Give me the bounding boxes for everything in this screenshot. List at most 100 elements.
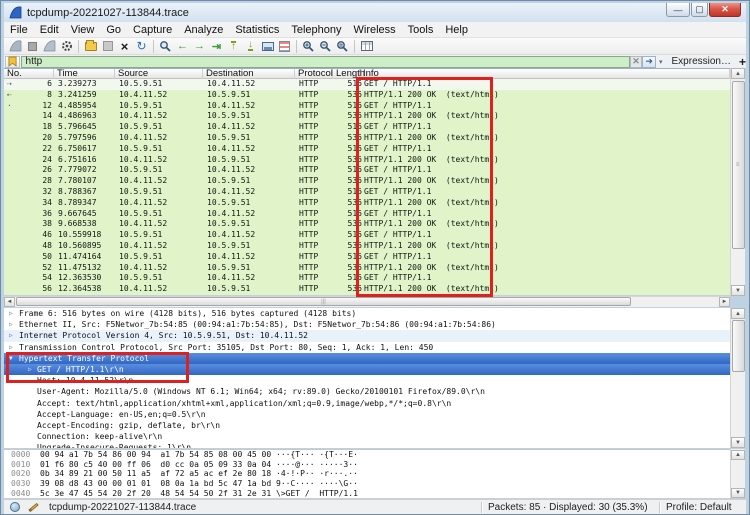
filter-clear-button[interactable]: ✕ [630, 56, 643, 68]
packet-row-38[interactable]: 389.66853810.4.11.5210.5.9.51HTTP536HTTP… [4, 219, 730, 230]
bytes-scroll-down-button[interactable]: ▼ [731, 488, 745, 498]
restart-capture-icon[interactable] [41, 39, 58, 54]
go-forward-icon[interactable]: → [191, 39, 208, 54]
bytes-scroll-up-button[interactable]: ▲ [731, 450, 745, 460]
packet-row-54[interactable]: 5412.36353010.5.9.5110.4.11.52HTTP516GET… [4, 273, 730, 284]
expert-info-icon[interactable] [10, 502, 20, 512]
packet-row-36[interactable]: 369.66764510.5.9.5110.4.11.52HTTP516GET … [4, 209, 730, 220]
menu-telephony[interactable]: Telephony [285, 23, 347, 37]
expander-closed-icon[interactable]: ▷ [9, 342, 13, 353]
detail-row-5[interactable]: ▷GET / HTTP/1.1\r\n [4, 364, 730, 375]
minimize-button[interactable]: — [666, 3, 690, 17]
go-to-packet-icon[interactable]: ⇥ [208, 39, 225, 54]
detail-row-3[interactable]: ▷Transmission Control Protocol, Src Port… [4, 342, 730, 353]
detail-row-7[interactable]: User-Agent: Mozilla/5.0 (Windows NT 6.1;… [4, 386, 730, 397]
expander-closed-icon[interactable]: ▷ [28, 364, 32, 375]
menu-analyze[interactable]: Analyze [178, 23, 229, 37]
hex-row-0000[interactable]: 000000 94 a1 7b 54 86 00 94 a1 7b 54 85 … [4, 450, 730, 460]
filter-apply-button[interactable]: ➜ [642, 56, 656, 68]
packet-row-50[interactable]: 5011.47416410.5.9.5110.4.11.52HTTP516GET… [4, 252, 730, 263]
packet-row-18[interactable]: 185.79664510.5.9.5110.4.11.52HTTP516GET … [4, 122, 730, 133]
detail-row-12[interactable]: Upgrade-Insecure-Requests: 1\r\n [4, 442, 730, 448]
open-file-icon[interactable] [82, 39, 99, 54]
go-top-icon[interactable]: ↑ [225, 39, 242, 54]
filter-bookmark-button[interactable] [5, 56, 20, 68]
detail-row-9[interactable]: Accept-Language: en-US,en;q=0.5\r\n [4, 409, 730, 420]
details-scroll-up-button[interactable]: ▲ [731, 308, 745, 319]
detail-row-8[interactable]: Accept: text/html,application/xhtml+xml,… [4, 398, 730, 409]
zoom-in-icon[interactable] [300, 39, 317, 54]
expander-closed-icon[interactable]: ▷ [9, 330, 13, 341]
details-scroll-down-button[interactable]: ▼ [731, 437, 745, 448]
maximize-button[interactable]: ▢ [691, 3, 708, 17]
menu-file[interactable]: File [4, 23, 34, 37]
packet-row-6[interactable]: ⇢63.23927310.5.9.5110.4.11.52HTTP516GET … [4, 79, 730, 90]
display-filter-input[interactable]: http [21, 56, 630, 68]
scroll-down-button[interactable]: ▼ [731, 285, 745, 296]
packet-row-26[interactable]: 267.77907210.5.9.5110.4.11.52HTTP516GET … [4, 165, 730, 176]
stop-capture-icon[interactable] [24, 39, 41, 54]
packet-row-48[interactable]: 4810.56089510.4.11.5210.5.9.51HTTP536HTT… [4, 241, 730, 252]
close-file-icon[interactable]: × [116, 39, 133, 54]
auto-scroll-icon[interactable] [259, 39, 276, 54]
scroll-right-button[interactable]: ► [719, 297, 730, 307]
packet-row-14[interactable]: 144.48696310.4.11.5210.5.9.51HTTP536HTTP… [4, 111, 730, 122]
zoom-reset-icon[interactable] [334, 39, 351, 54]
zoom-out-icon[interactable] [317, 39, 334, 54]
menu-help[interactable]: Help [439, 23, 474, 37]
menu-wireless[interactable]: Wireless [348, 23, 402, 37]
reload-file-icon[interactable]: ↻ [133, 39, 150, 54]
resize-columns-icon[interactable] [358, 39, 375, 54]
menu-go[interactable]: Go [100, 23, 127, 37]
menu-statistics[interactable]: Statistics [229, 23, 285, 37]
hex-row-0020[interactable]: 00200b 34 89 21 00 50 11 a5 af 72 a5 ac … [4, 469, 730, 479]
packet-row-22[interactable]: 226.75061710.5.9.5110.4.11.52HTTP516GET … [4, 144, 730, 155]
packet-row-12[interactable]: ·124.48595410.5.9.5110.4.11.52HTTP516GET… [4, 101, 730, 112]
colorize-icon[interactable] [276, 39, 293, 54]
save-file-icon[interactable] [99, 39, 116, 54]
status-profile[interactable]: Profile: Default [666, 502, 746, 513]
packet-row-28[interactable]: 287.78010710.4.11.5210.5.9.51HTTP536HTTP… [4, 176, 730, 187]
detail-row-0[interactable]: ▷Frame 6: 516 bytes on wire (4128 bits),… [4, 308, 730, 319]
filter-dropdown-caret[interactable]: ▾ [656, 56, 666, 68]
go-back-icon[interactable]: ← [174, 39, 191, 54]
filter-add-button[interactable]: + [739, 55, 746, 69]
detail-row-2[interactable]: ▷Internet Protocol Version 4, Src: 10.5.… [4, 330, 730, 341]
hex-row-0030[interactable]: 003039 08 d8 43 00 00 01 01 08 0a 1a bd … [4, 479, 730, 489]
packet-row-24[interactable]: 246.75161610.4.11.5210.5.9.51HTTP536HTTP… [4, 155, 730, 166]
close-button[interactable]: ✕ [709, 3, 741, 17]
packet-row-8[interactable]: ⇠83.24125910.4.11.5210.5.9.51HTTP536HTTP… [4, 90, 730, 101]
hex-row-0040[interactable]: 00405c 3e 47 45 54 20 2f 20 48 54 54 50 … [4, 489, 730, 498]
packet-row-34[interactable]: 348.78934710.4.11.5210.5.9.51HTTP536HTTP… [4, 198, 730, 209]
find-packet-icon[interactable] [157, 39, 174, 54]
detail-row-10[interactable]: Accept-Encoding: gzip, deflate, br\r\n [4, 420, 730, 431]
capture-options-icon[interactable] [58, 39, 75, 54]
menu-tools[interactable]: Tools [402, 23, 440, 37]
packet-row-56[interactable]: 5612.36453810.4.11.5210.5.9.51HTTP536HTT… [4, 284, 730, 295]
packet-list-vthumb[interactable]: ≡ [732, 81, 745, 249]
details-vthumb[interactable] [732, 320, 745, 372]
go-bottom-icon[interactable]: ↓ [242, 39, 259, 54]
packet-row-20[interactable]: 205.79759610.4.11.5210.5.9.51HTTP536HTTP… [4, 133, 730, 144]
scroll-up-button[interactable]: ▲ [731, 68, 745, 79]
packet-row-32[interactable]: 328.78836710.5.9.5110.4.11.52HTTP516GET … [4, 187, 730, 198]
expander-open-icon[interactable]: ▼ [9, 353, 13, 364]
detail-row-11[interactable]: Connection: keep-alive\r\n [4, 431, 730, 442]
menu-capture[interactable]: Capture [127, 23, 178, 37]
detail-row-4[interactable]: ▼Hypertext Transfer Protocol [4, 353, 730, 364]
menu-edit[interactable]: Edit [34, 23, 65, 37]
expression-button[interactable]: Expression… [672, 56, 731, 67]
expander-closed-icon[interactable]: ▷ [9, 319, 13, 330]
capture-comment-icon[interactable] [28, 502, 38, 511]
packet-row-46[interactable]: 4610.55991810.5.9.5110.4.11.52HTTP516GET… [4, 230, 730, 241]
packet-row-52[interactable]: 5211.47513210.4.11.5210.5.9.51HTTP536HTT… [4, 263, 730, 274]
start-capture-icon[interactable] [7, 39, 24, 54]
hex-row-0010[interactable]: 001001 f6 80 c5 40 00 ff 06 d0 cc 0a 05 … [4, 460, 730, 470]
expander-closed-icon[interactable]: ▷ [9, 308, 13, 319]
scroll-left-button[interactable]: ◄ [4, 297, 15, 307]
hex-bytes: 5c 3e 47 45 54 20 2f 20 48 54 54 50 2f 3… [40, 489, 271, 498]
detail-row-6[interactable]: Host: 10.4.11.52\r\n [4, 375, 730, 386]
detail-row-1[interactable]: ▷Ethernet II, Src: F5Networ_7b:54:85 (00… [4, 319, 730, 330]
menu-view[interactable]: View [65, 23, 101, 37]
packet-list-hthumb[interactable]: ||| [16, 297, 631, 306]
